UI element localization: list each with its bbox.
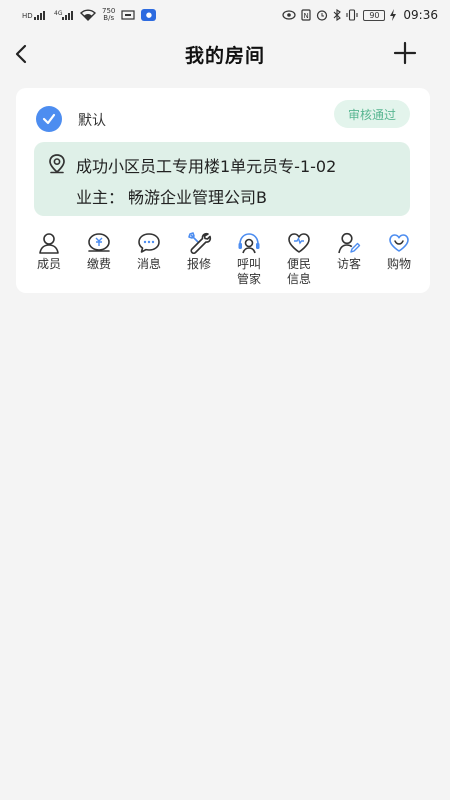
action-label: 访客 [336,257,361,271]
action-shopping[interactable]: 购物 [374,230,424,290]
sim-2-icon: 4G [54,9,74,21]
alarm-icon [316,9,328,21]
room-card-header: 默认 审核通过 [36,100,410,134]
address-box[interactable]: 成功小区员工专用楼1单元员专-1-02 业主： 畅游企业管理公司B [34,142,410,216]
top-nav-bar: 我的房间 [0,30,450,78]
battery-icon: 90 [363,9,386,21]
person-icon [39,233,59,254]
wifi-icon [80,9,96,21]
heart-info-icon [288,233,310,253]
status-badge: 审核通过 [333,100,410,128]
clock: 09:36 [403,8,438,22]
message-icon [138,233,160,253]
default-checkbox[interactable] [36,106,62,132]
action-grid: 成员 缴费 消息 报修 呼叫管家 便民信息 访客 购物 [24,230,424,290]
svg-text:HD: HD [22,12,33,20]
action-messages[interactable]: 消息 [124,230,174,290]
charging-icon [390,9,397,21]
owner-name: 畅游企业管理公司B [128,188,267,207]
app-badge-icon: ● [141,9,157,21]
action-members[interactable]: 成员 [24,230,74,290]
status-right: N 90 09:36 [282,8,438,22]
action-label: 呼叫管家 [236,257,261,286]
back-button[interactable] [10,42,34,66]
nfc-icon: N [301,9,312,21]
action-label: 缴费 [86,257,111,271]
action-label: 消息 [136,257,161,271]
add-room-button[interactable] [392,40,418,66]
repair-icon [188,232,212,255]
plus-icon [393,41,417,65]
visitor-icon [338,232,361,254]
action-visitors[interactable]: 访客 [324,230,374,290]
net-speed: 750 B/s [102,8,115,22]
room-card[interactable]: 默认 审核通过 成功小区员工专用楼1单元员专-1-02 业主： 畅游企业管理公司B… [16,88,430,293]
status-bar: HD 4G 750 B/s ● N 90 09:36 [0,0,450,30]
default-label: 默认 [78,113,106,129]
vibrate-icon [346,9,358,21]
payment-icon [88,233,110,252]
owner-prefix: 业主： [76,188,125,207]
action-payment[interactable]: 缴费 [74,230,124,290]
action-label: 成员 [36,257,61,271]
check-icon [42,113,56,125]
action-repair[interactable]: 报修 [174,230,224,290]
eye-icon [282,10,297,20]
location-pin-icon [49,154,65,174]
action-call-steward[interactable]: 呼叫管家 [224,230,274,290]
svg-text:4G: 4G [54,10,63,17]
call-steward-icon [238,233,260,254]
owner-line: 业主： 畅游企业管理公司B [76,184,271,208]
room-address: 成功小区员工专用楼1单元员专-1-02 [76,157,337,176]
status-left: HD 4G 750 B/s ● [22,8,157,22]
action-convenience-info[interactable]: 便民信息 [274,230,324,290]
bluetooth-icon [333,9,342,21]
net-speed-unit: B/s [103,14,115,22]
action-label: 便民信息 [286,257,311,286]
action-label: 购物 [386,257,411,271]
chevron-left-icon [15,44,27,64]
sim-1-icon: HD [22,9,48,21]
shopping-icon [389,234,409,252]
action-label: 报修 [186,257,211,271]
svg-text:N: N [304,12,309,20]
page-title: 我的房间 [184,44,265,67]
screen-icon [121,9,135,21]
